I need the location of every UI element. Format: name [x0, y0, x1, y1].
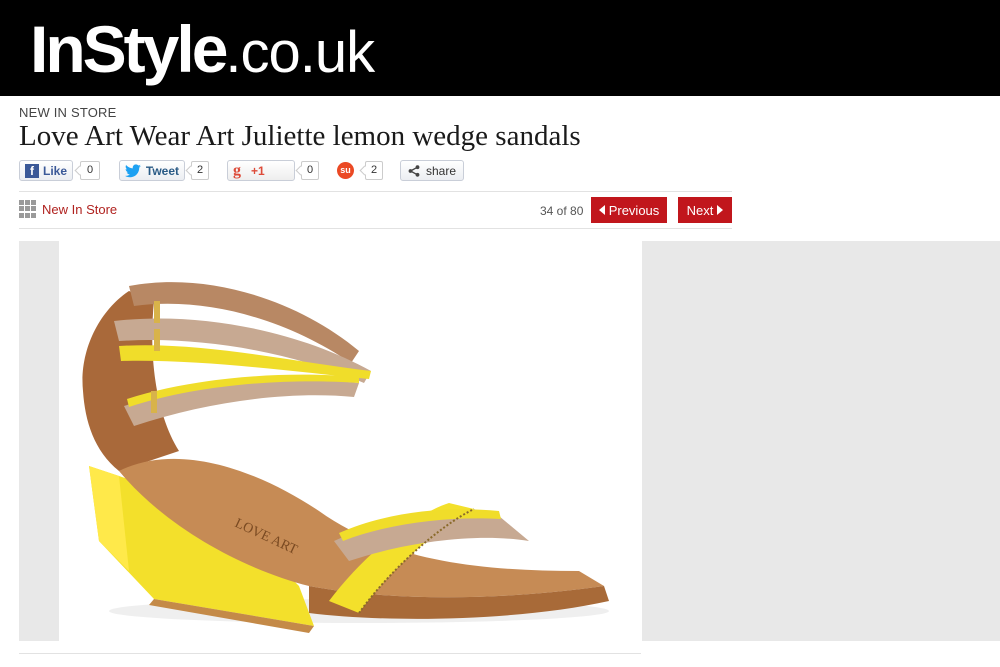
next-label: Next	[686, 202, 714, 218]
gallery-section-label: New In Store	[42, 201, 118, 217]
sandal-image-icon: LOVE ART	[82, 282, 609, 633]
tweet-button[interactable]: Tweet	[119, 160, 185, 181]
stumbleupon-button[interactable]: su	[337, 160, 359, 181]
divider-footer	[19, 653, 641, 654]
twitter-bird-icon	[125, 163, 141, 177]
logo-domain-text: .co.uk	[225, 20, 375, 85]
previous-label: Previous	[608, 202, 660, 218]
tweet-label: Tweet	[145, 163, 179, 178]
section-kicker[interactable]: NEW IN STORE	[19, 105, 117, 120]
previous-button[interactable]: Previous	[591, 197, 667, 223]
page-title: Love Art Wear Art Juliette lemon wedge s…	[19, 120, 581, 152]
google-plus-label: +1	[251, 163, 265, 178]
facebook-like-button[interactable]: f Like	[19, 160, 73, 181]
sidebar-ad-placeholder	[642, 241, 1000, 641]
gallery-image-stage: LOVE ART	[19, 241, 641, 641]
site-logo[interactable]: InStyle.co.uk	[30, 12, 375, 86]
stumbleupon-icon: su	[337, 162, 354, 179]
tweet-count: 2	[191, 161, 209, 180]
arrow-left-icon	[598, 205, 605, 215]
next-button[interactable]: Next	[678, 197, 732, 223]
logo-main-text: InStyle	[30, 12, 228, 86]
facebook-like-count: 0	[80, 161, 100, 180]
divider-top	[19, 191, 732, 192]
facebook-icon: f	[25, 163, 39, 178]
share-label: share	[426, 163, 457, 178]
share-icon	[408, 164, 420, 177]
google-plus-button[interactable]: g +1	[227, 160, 295, 181]
masthead: InStyle.co.uk	[0, 0, 1000, 96]
google-plus-count: 0	[301, 161, 319, 180]
arrow-right-icon	[717, 205, 724, 215]
facebook-like-label: Like	[42, 163, 67, 178]
grid-icon	[19, 200, 37, 218]
gallery-position: 34 of 80	[540, 204, 584, 218]
share-button[interactable]: share	[400, 160, 464, 181]
gallery-section-link[interactable]: New In Store	[19, 200, 117, 218]
stumbleupon-count: 2	[365, 161, 383, 180]
product-photo[interactable]: LOVE ART	[59, 241, 641, 641]
google-plus-icon: g	[233, 161, 241, 179]
divider-bottom	[19, 228, 732, 229]
